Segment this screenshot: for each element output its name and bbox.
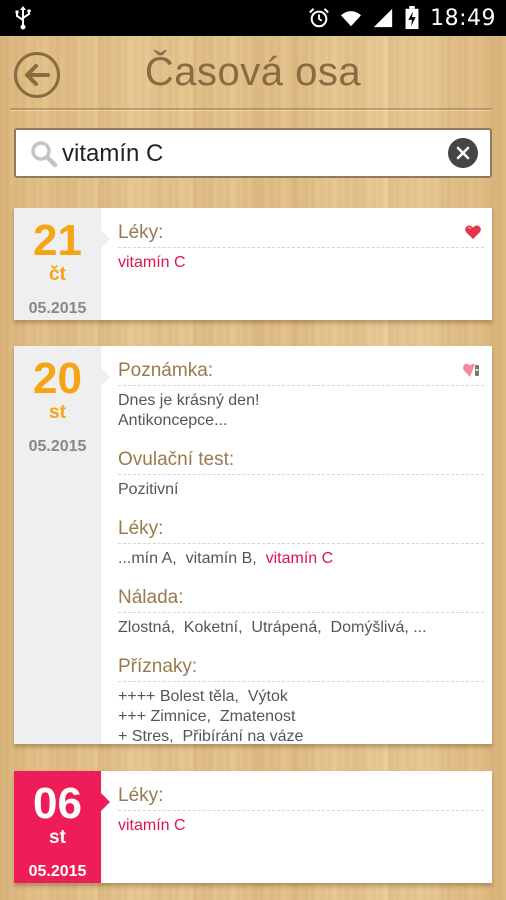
header: Časová osa bbox=[0, 36, 506, 112]
wifi-icon bbox=[341, 11, 362, 27]
search-icon bbox=[31, 141, 58, 168]
search-input[interactable] bbox=[62, 134, 442, 174]
section-meds: Léky: vitamín C bbox=[118, 222, 484, 273]
entry-day: 21 bbox=[33, 216, 82, 265]
clear-search-button[interactable] bbox=[448, 138, 478, 168]
highlighted-text: vitamín C bbox=[118, 254, 186, 271]
alarm-icon bbox=[309, 8, 329, 28]
battery-charging-icon bbox=[405, 6, 419, 30]
plain-text: ...mín A, vitamín B, bbox=[118, 550, 266, 567]
highlighted-text: vitamín C bbox=[265, 550, 334, 567]
usb-icon bbox=[15, 6, 31, 30]
section-title: Léky: bbox=[118, 785, 484, 811]
section-line: + Stres, Přibírání na váze bbox=[118, 728, 304, 745]
section-note: Poznámka: Dnes je krásný den! Antikoncep… bbox=[118, 360, 484, 431]
section-line: vitamín C bbox=[118, 816, 484, 836]
section-title: Poznámka: bbox=[118, 360, 484, 386]
section-title: Příznaky: bbox=[118, 656, 484, 682]
section-meds: Léky: vitamín C bbox=[118, 785, 484, 836]
status-time: 18:49 bbox=[430, 5, 496, 31]
entry-date: 21 čt 05.2015 bbox=[14, 208, 110, 320]
section-line: Dnes je krásný den! bbox=[118, 392, 260, 409]
section-title: Léky: bbox=[118, 518, 484, 544]
section-line: Antikoncepce... bbox=[118, 412, 228, 429]
entry-content: Poznámka: Dnes je krásný den! Antikoncep… bbox=[118, 360, 484, 759]
highlighted-text: vitamín C bbox=[118, 817, 186, 834]
page-title: Časová osa bbox=[144, 50, 362, 94]
entry-weekday: st bbox=[49, 402, 66, 423]
section-line: +++ Zimnice, Zmatenost bbox=[118, 708, 296, 725]
section-line: ++++ Bolest těla, Výtok bbox=[118, 688, 288, 705]
section-line: vitamín C bbox=[118, 253, 484, 273]
section-mood: Nálada: Zlostná, Koketní, Utrápená, Domý… bbox=[118, 587, 484, 638]
section-meds: Léky: ...mín A, vitamín B, vitamín C bbox=[118, 518, 484, 569]
timeline-entry[interactable]: 06 st 05.2015 Léky: vitamín C bbox=[14, 771, 492, 883]
entry-content: Léky: vitamín C bbox=[118, 785, 484, 848]
section-symptoms: Příznaky: ++++ Bolest těla, Výtok +++ Zi… bbox=[118, 656, 484, 747]
entry-content: Léky: vitamín C bbox=[118, 222, 484, 285]
section-title: Ovulační test: bbox=[118, 449, 484, 475]
entry-date: 20 st 05.2015 bbox=[14, 346, 110, 744]
section-ovulation-test: Ovulační test: Pozitivní bbox=[118, 449, 484, 500]
entry-day: 06 bbox=[33, 779, 82, 828]
entry-date-today: 06 st 05.2015 bbox=[14, 771, 110, 883]
section-line: Zlostná, Koketní, Utrápená, Domýšlivá, .… bbox=[118, 619, 427, 636]
timeline-entry[interactable]: 21 čt 05.2015 Léky: vitamín C bbox=[14, 208, 492, 320]
search-box bbox=[14, 128, 492, 178]
entry-month-year: 05.2015 bbox=[28, 863, 87, 880]
signal-icon bbox=[373, 8, 393, 28]
close-icon bbox=[456, 146, 470, 160]
entry-month-year: 05.2015 bbox=[28, 300, 87, 317]
section-title: Nálada: bbox=[118, 587, 484, 613]
entry-weekday: st bbox=[49, 827, 66, 848]
entry-weekday: čt bbox=[49, 264, 66, 285]
section-title: Léky: bbox=[118, 222, 484, 248]
section-line: ...mín A, vitamín B, vitamín C bbox=[118, 549, 484, 569]
timeline-entry[interactable]: 20 st 05.2015 Poznámka: Dnes je krásný d… bbox=[14, 346, 492, 745]
entry-month-year: 05.2015 bbox=[28, 438, 87, 455]
status-bar: 18:49 bbox=[0, 0, 506, 36]
entry-day: 20 bbox=[33, 354, 82, 403]
section-line: Pozitivní bbox=[118, 481, 179, 498]
header-divider bbox=[10, 108, 492, 110]
